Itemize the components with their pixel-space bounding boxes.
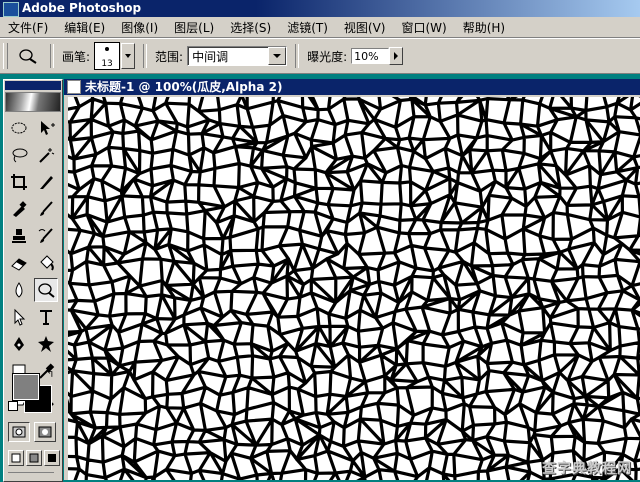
menu-view[interactable]: 视图(V) <box>336 19 394 36</box>
menu-edit[interactable]: 编辑(E) <box>56 19 113 36</box>
brush-label: 画笔: <box>62 49 91 64</box>
menu-layer[interactable]: 图层(L) <box>166 19 222 36</box>
type-tool-icon[interactable] <box>34 305 58 329</box>
standard-screen-icon[interactable] <box>8 450 24 466</box>
lasso-tool-icon[interactable] <box>7 143 31 167</box>
tool-grid <box>7 116 58 410</box>
exposure-label: 曝光度: <box>307 49 348 64</box>
magic-wand-icon[interactable] <box>34 143 58 167</box>
shape-tool-icon[interactable] <box>34 332 58 356</box>
toolbox: ↰ <box>3 79 63 482</box>
eraser-icon[interactable] <box>7 251 31 275</box>
marquee-tool-icon[interactable] <box>7 116 31 140</box>
screen-mode-row <box>8 450 60 466</box>
full-screen-icon[interactable] <box>44 450 60 466</box>
dodge-tool-icon[interactable] <box>34 278 58 302</box>
document-window: 未标题-1 @ 100%(瓜皮,Alpha 2) 查字典教程网 <box>64 79 640 480</box>
brush-size: 13 <box>101 59 113 69</box>
default-colors-icon[interactable] <box>8 401 18 411</box>
swap-colors-icon[interactable]: ↰ <box>46 369 54 380</box>
range-label: 范围: <box>155 49 184 64</box>
menu-window[interactable]: 窗口(W) <box>393 19 454 36</box>
exposure-slider-button[interactable] <box>389 47 404 65</box>
foreground-color-swatch[interactable] <box>12 373 40 401</box>
photoshop-logo-icon <box>3 2 19 17</box>
blur-tool-icon[interactable] <box>7 278 31 302</box>
menu-image[interactable]: 图像(I) <box>113 19 166 36</box>
craquelure-pattern <box>68 97 640 480</box>
menu-bar: 文件(F) 编辑(E) 图像(I) 图层(L) 选择(S) 滤镜(T) 视图(V… <box>0 17 640 38</box>
range-select[interactable]: 中间调 <box>187 46 288 66</box>
options-bar: 画笔: 13 范围: 中间调 曝光度: 10% <box>0 38 640 74</box>
slice-tool-icon[interactable] <box>34 170 58 194</box>
range-value: 中间调 <box>192 49 229 64</box>
clone-stamp-icon[interactable] <box>7 224 31 248</box>
crop-tool-icon[interactable] <box>7 170 31 194</box>
options-separator <box>143 44 148 68</box>
adobe-online-logo-icon[interactable] <box>5 92 61 112</box>
path-select-icon[interactable] <box>7 305 31 329</box>
paint-bucket-icon[interactable] <box>34 251 58 275</box>
options-separator <box>295 44 300 68</box>
move-tool-icon[interactable] <box>34 116 58 140</box>
options-separator <box>50 44 54 68</box>
menu-help[interactable]: 帮助(H) <box>455 19 513 36</box>
history-brush-icon[interactable] <box>34 224 58 248</box>
image-canvas[interactable]: 查字典教程网 <box>68 97 640 480</box>
options-bar-grip[interactable] <box>3 43 8 69</box>
tool-preset-picker[interactable] <box>14 45 42 67</box>
brush-tool-icon[interactable] <box>34 197 58 221</box>
dodge-tool-icon <box>19 49 37 64</box>
app-title: Adobe Photoshop <box>22 1 142 15</box>
quick-mask-mode-icon[interactable] <box>34 422 56 442</box>
standard-mode-icon[interactable] <box>8 422 30 442</box>
color-swatches: ↰ <box>8 369 58 413</box>
brush-preview[interactable]: 13 <box>94 42 121 70</box>
toolbox-title-bar[interactable] <box>5 81 61 90</box>
document-title-bar[interactable]: 未标题-1 @ 100%(瓜皮,Alpha 2) <box>64 79 640 95</box>
app-title-bar: Adobe Photoshop <box>0 0 640 17</box>
exposure-input[interactable]: 10% <box>351 48 390 64</box>
document-title: 未标题-1 @ 100%(瓜皮,Alpha 2) <box>85 80 283 94</box>
pen-tool-icon[interactable] <box>7 332 31 356</box>
watermark: 查字典教程网 <box>542 461 632 477</box>
menu-filter[interactable]: 滤镜(T) <box>279 19 336 36</box>
full-screen-menu-icon[interactable] <box>26 450 42 466</box>
mask-mode-row <box>8 422 56 442</box>
brush-dot-icon <box>105 47 110 51</box>
range-dropdown-arrow-icon[interactable] <box>268 47 287 65</box>
document-icon <box>67 80 81 94</box>
crack-lines <box>68 97 640 480</box>
menu-select[interactable]: 选择(S) <box>222 19 279 36</box>
healing-brush-icon[interactable] <box>7 197 31 221</box>
brush-picker-button[interactable] <box>121 43 136 69</box>
menu-file[interactable]: 文件(F) <box>0 19 56 36</box>
